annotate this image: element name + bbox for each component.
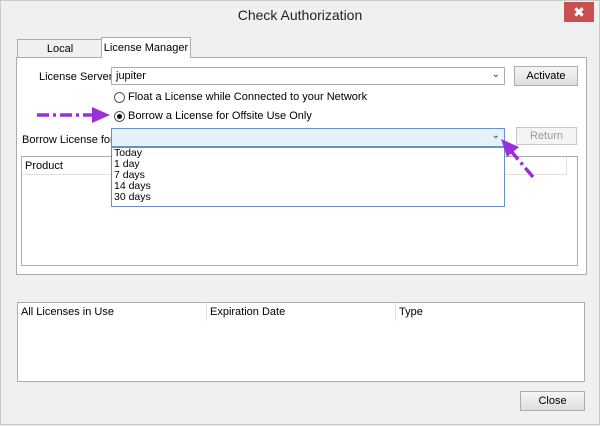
license-server-value: jupiter [116, 70, 146, 82]
licenses-in-use-table[interactable]: All Licenses in Use Expiration Date Type [17, 302, 585, 382]
borrow-license-label: Borrow a License for Offsite Use Only [128, 110, 312, 122]
window-title: Check Authorization [237, 7, 363, 23]
borrow-license-for-label: Borrow License for [22, 134, 114, 146]
borrow-duration-dropdown: Today 1 day 7 days 14 days 30 days [111, 147, 505, 207]
float-license-label: Float a License while Connected to your … [128, 91, 368, 103]
borrow-duration-combo[interactable]: ⌄ [111, 128, 505, 147]
tab-license-manager-label: License Manager [103, 42, 189, 54]
license-server-label: License Server [39, 71, 113, 83]
float-license-radio[interactable] [114, 92, 125, 103]
activate-button[interactable]: Activate [514, 66, 578, 86]
chevron-down-icon: ⌄ [491, 69, 500, 80]
chevron-down-icon: ⌄ [491, 130, 500, 141]
borrow-option-7-days[interactable]: 7 days [112, 170, 504, 181]
borrow-option-1-day[interactable]: 1 day [112, 159, 504, 170]
tab-license-manager[interactable]: License Manager [101, 37, 191, 58]
expiration-date-column-header[interactable]: Expiration Date [207, 303, 396, 321]
title-bar: Check Authorization ✖ [1, 1, 599, 29]
borrow-option-14-days[interactable]: 14 days [112, 181, 504, 192]
return-button[interactable]: Return [516, 127, 577, 145]
borrow-option-30-days[interactable]: 30 days [112, 192, 504, 203]
all-licenses-column-header[interactable]: All Licenses in Use [18, 303, 207, 321]
check-authorization-dialog: Check Authorization ✖ Local License Mana… [0, 0, 600, 425]
borrow-license-radio[interactable] [114, 111, 125, 122]
close-button[interactable]: Close [520, 391, 585, 411]
close-icon[interactable]: ✖ [564, 2, 594, 22]
license-server-combo[interactable]: jupiter ⌄ [111, 67, 505, 85]
borrow-option-today[interactable]: Today [112, 148, 504, 159]
type-column-header[interactable]: Type [396, 303, 584, 321]
tab-local-label: Local [46, 43, 74, 55]
tab-local[interactable]: Local [17, 39, 103, 58]
